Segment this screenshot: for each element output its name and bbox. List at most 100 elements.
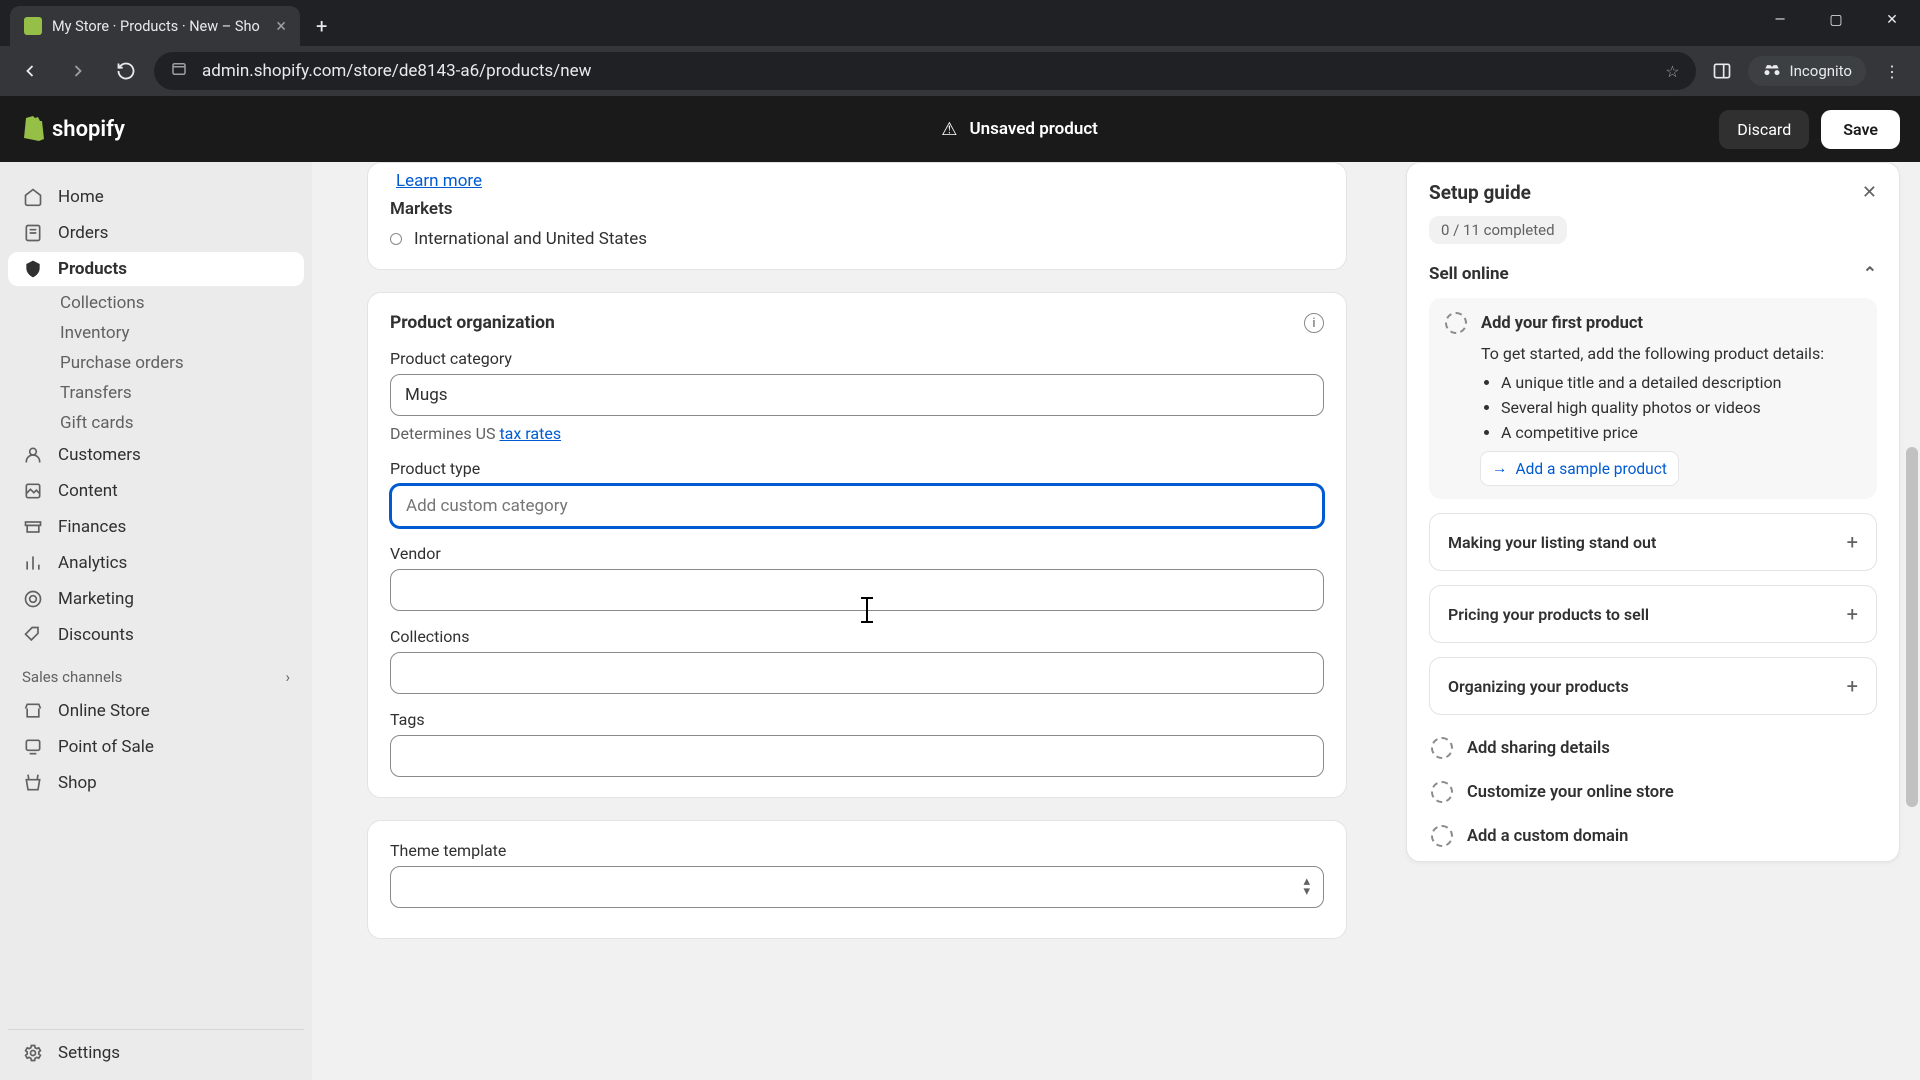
sales-channels-header[interactable]: Sales channels› xyxy=(8,654,304,694)
task-status-icon xyxy=(1431,825,1453,847)
nav-finances[interactable]: Finances xyxy=(8,510,304,544)
guide-title: Setup guide xyxy=(1429,181,1531,204)
task-sharing[interactable]: Add sharing details xyxy=(1429,737,1877,759)
markets-value: International and United States xyxy=(414,229,647,249)
reload-button[interactable] xyxy=(106,51,146,91)
nav-settings[interactable]: Settings xyxy=(8,1036,304,1070)
window-close[interactable]: ✕ xyxy=(1864,0,1920,40)
products-icon xyxy=(22,258,44,280)
category-input[interactable] xyxy=(390,374,1324,416)
tags-input[interactable] xyxy=(390,735,1324,777)
nav-products[interactable]: Products xyxy=(8,252,304,286)
bullet-2: Several high quality photos or videos xyxy=(1501,398,1861,417)
vendor-label: Vendor xyxy=(390,544,1324,563)
chrome-menu-icon[interactable]: ⋮ xyxy=(1874,53,1910,89)
chevron-up-icon: ⌃ xyxy=(1863,264,1877,284)
vendor-input[interactable] xyxy=(390,569,1324,611)
browser-tab[interactable]: My Store · Products · New – Sho × xyxy=(10,6,300,46)
back-button[interactable] xyxy=(10,51,50,91)
brand-text: shopify xyxy=(52,117,125,142)
site-info-icon[interactable] xyxy=(170,60,188,82)
shopify-logo[interactable]: shopify xyxy=(20,116,320,142)
info-icon[interactable]: i xyxy=(1304,313,1324,333)
task-status-icon[interactable] xyxy=(1445,312,1467,334)
nav-discounts[interactable]: Discounts xyxy=(8,618,304,652)
tab-favicon xyxy=(24,17,42,35)
task-domain[interactable]: Add a custom domain xyxy=(1429,825,1877,847)
incognito-indicator[interactable]: Incognito xyxy=(1748,56,1866,86)
warning-icon: ⚠ xyxy=(941,119,957,140)
orders-icon xyxy=(22,222,44,244)
plus-icon: + xyxy=(1847,602,1858,626)
theme-template-select[interactable] xyxy=(390,866,1324,908)
tax-rates-link[interactable]: tax rates xyxy=(499,424,561,443)
home-icon xyxy=(22,186,44,208)
markets-label: Markets xyxy=(390,199,1324,219)
category-label: Product category xyxy=(390,349,1324,368)
nav-collections[interactable]: Collections xyxy=(8,288,304,318)
window-maximize[interactable]: ▢ xyxy=(1808,0,1864,40)
discard-button[interactable]: Discard xyxy=(1719,110,1809,149)
address-bar[interactable]: admin.shopify.com/store/de8143-a6/produc… xyxy=(154,52,1696,90)
chevron-right-icon: › xyxy=(285,668,290,686)
task-customize[interactable]: Customize your online store xyxy=(1429,781,1877,803)
analytics-icon xyxy=(22,552,44,574)
tags-label: Tags xyxy=(390,710,1324,729)
bookmark-icon[interactable]: ☆ xyxy=(1665,62,1679,81)
task-status-icon xyxy=(1431,737,1453,759)
task-intro: To get started, add the following produc… xyxy=(1481,344,1824,363)
online-store-icon xyxy=(22,700,44,722)
discounts-icon xyxy=(22,624,44,646)
collections-label: Collections xyxy=(390,627,1324,646)
nav-content[interactable]: Content xyxy=(8,474,304,508)
nav-home[interactable]: Home xyxy=(8,180,304,214)
nav-point-of-sale[interactable]: Point of Sale xyxy=(8,730,304,764)
nav-online-store[interactable]: Online Store xyxy=(8,694,304,728)
url-text: admin.shopify.com/store/de8143-a6/produc… xyxy=(202,61,1651,81)
select-arrows-icon: ▴▾ xyxy=(1303,877,1310,897)
product-organization-card: Product organization i Product category … xyxy=(367,292,1347,798)
incognito-label: Incognito xyxy=(1790,62,1852,80)
nav-inventory[interactable]: Inventory xyxy=(8,318,304,348)
shopify-logo-icon xyxy=(20,116,46,142)
nav-orders[interactable]: Orders xyxy=(8,216,304,250)
sell-online-section[interactable]: Sell online ⌃ xyxy=(1429,264,1877,284)
side-panel-icon[interactable] xyxy=(1704,53,1740,89)
status-circle-icon xyxy=(390,233,402,245)
task-organizing[interactable]: Organizing your products+ xyxy=(1429,657,1877,715)
incognito-icon xyxy=(1762,64,1782,78)
nav-marketing[interactable]: Marketing xyxy=(8,582,304,616)
add-sample-product-link[interactable]: → Add a sample product xyxy=(1481,452,1678,485)
nav-transfers[interactable]: Transfers xyxy=(8,378,304,408)
pos-icon xyxy=(22,736,44,758)
tab-close-icon[interactable]: × xyxy=(276,16,286,37)
finances-icon xyxy=(22,516,44,538)
learn-more-link[interactable]: Learn more xyxy=(396,171,482,191)
plus-icon: + xyxy=(1847,530,1858,554)
settings-icon xyxy=(22,1042,44,1064)
sidebar: Home Orders Products Collections Invento… xyxy=(0,162,312,1080)
progress-badge: 0 / 11 completed xyxy=(1429,216,1567,244)
product-type-input[interactable] xyxy=(390,484,1324,528)
new-tab-button[interactable]: + xyxy=(300,6,343,46)
scrollbar-thumb[interactable] xyxy=(1906,447,1918,807)
shop-icon xyxy=(22,772,44,794)
nav-shop[interactable]: Shop xyxy=(8,766,304,800)
markets-card: Learn more Markets International and Uni… xyxy=(367,162,1347,270)
bullet-1: A unique title and a detailed descriptio… xyxy=(1501,373,1861,392)
close-icon[interactable]: ✕ xyxy=(1862,182,1877,203)
window-minimize[interactable]: — xyxy=(1752,0,1808,40)
type-label: Product type xyxy=(390,459,1324,478)
forward-button[interactable] xyxy=(58,51,98,91)
theme-template-card: Theme template ▴▾ xyxy=(367,820,1347,939)
task-listing[interactable]: Making your listing stand out+ xyxy=(1429,513,1877,571)
collections-input[interactable] xyxy=(390,652,1324,694)
save-button[interactable]: Save xyxy=(1821,110,1900,149)
task-pricing[interactable]: Pricing your products to sell+ xyxy=(1429,585,1877,643)
theme-label: Theme template xyxy=(390,841,1324,860)
customers-icon xyxy=(22,444,44,466)
nav-purchase-orders[interactable]: Purchase orders xyxy=(8,348,304,378)
nav-customers[interactable]: Customers xyxy=(8,438,304,472)
nav-gift-cards[interactable]: Gift cards xyxy=(8,408,304,438)
nav-analytics[interactable]: Analytics xyxy=(8,546,304,580)
